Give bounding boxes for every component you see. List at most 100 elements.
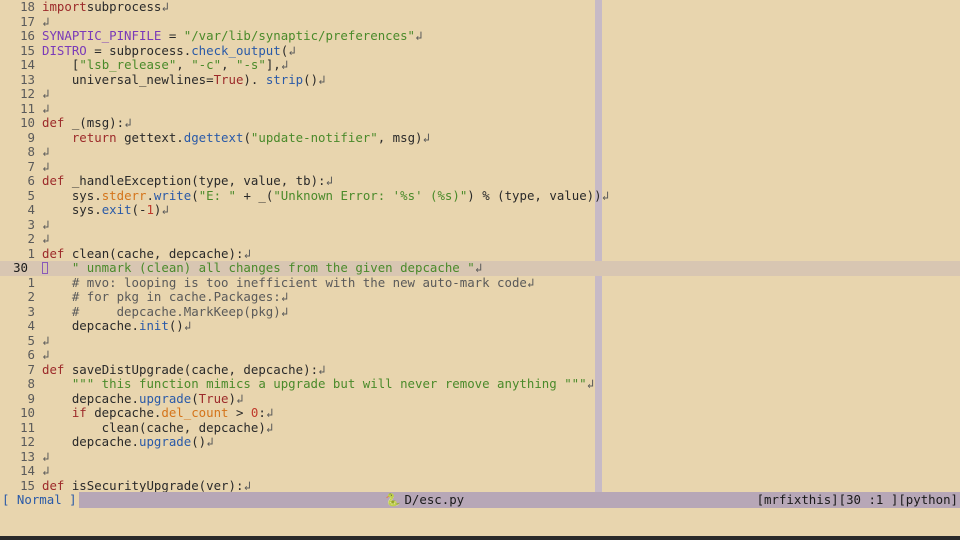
code-token: (- — [131, 202, 147, 217]
code-line[interactable]: 4 depcache.init()↲ — [0, 318, 960, 334]
line-code: return gettext.dgettext("update-notifier… — [42, 129, 430, 146]
editor-pane[interactable]: 18 importsubprocess↲ 17 ↲ 16 SYNAPTIC_PINFILE… — [0, 0, 960, 492]
code-line[interactable]: 2 # for pkg in cache.Packages:↲ — [0, 289, 960, 305]
code-line[interactable]: 2 ↲ — [0, 231, 960, 247]
code-token: " unmark (clean) all changes from the gi… — [71, 260, 475, 275]
code-line[interactable]: 8 """ this function mimics a upgrade but… — [0, 376, 960, 392]
code-line[interactable]: 10 if depcache.del_count > 0:↲ — [0, 405, 960, 421]
line-code: ↲ — [42, 231, 49, 247]
status-right: [mrfixthis][30 :1 ][python] — [757, 492, 958, 508]
line-code: ↲ — [42, 144, 49, 160]
code-token: 1 — [146, 202, 154, 217]
line-code: SYNAPTIC_PINFILE = "/var/lib/synaptic/pr… — [42, 28, 422, 44]
code-line[interactable]: 15 def isSecurityUpgrade(ver):↲ — [0, 477, 960, 492]
code-token: depcache. — [42, 318, 139, 333]
current-line[interactable]: 30 " unmark (clean) all changes from the… — [0, 260, 960, 276]
line-code: depcache.upgrade()↲ — [42, 434, 214, 450]
line-code: def saveDistUpgrade(cache, depcache):↲ — [42, 362, 326, 378]
newline-icon: ↲ — [280, 303, 289, 319]
command-line[interactable] — [0, 508, 960, 536]
code-line[interactable]: 7 def saveDistUpgrade(cache, depcache):↲ — [0, 362, 960, 378]
code-line[interactable]: 4 sys.exit(-1)↲ — [0, 202, 960, 218]
code-token: () — [303, 71, 319, 87]
code-line[interactable]: 15 DISTRO = subprocess.check_output(↲ — [0, 42, 960, 59]
line-number: 9 — [27, 129, 35, 145]
line-number: 12 — [20, 434, 35, 449]
code-token: subprocess — [86, 0, 162, 14]
newline-icon: ↲ — [161, 202, 169, 217]
code-token: True — [213, 71, 244, 87]
code-token: depcache. — [42, 434, 139, 449]
line-code: ↲ — [42, 333, 49, 349]
code-token: clean(cache, depcache) — [42, 419, 266, 435]
newline-icon: ↲ — [42, 158, 50, 174]
line-code: DISTRO = subprocess.check_output(↲ — [42, 42, 296, 59]
line-number: 2 — [27, 231, 35, 246]
code-line[interactable]: 18 importsubprocess↲ — [0, 0, 960, 15]
line-code: sys.exit(-1)↲ — [42, 202, 169, 218]
code-line[interactable]: 8 ↲ — [0, 144, 960, 160]
code-line[interactable]: 9 return gettext.dgettext("update-notifi… — [0, 129, 960, 146]
code-line[interactable]: 13 universal_newlines=True). strip()↲ — [0, 71, 960, 88]
code-line[interactable]: 17 ↲ — [0, 13, 960, 30]
newline-icon: ↲ — [42, 347, 50, 362]
code-line[interactable]: 1 def clean(cache, depcache):↲ — [0, 246, 960, 262]
line-number: 15 — [20, 477, 35, 492]
code-token: import — [42, 0, 87, 14]
code-token: def — [42, 477, 65, 492]
line-code: def _(msg):↲ — [42, 115, 132, 131]
line-code: ↲ — [42, 14, 49, 30]
code-line[interactable]: 9 depcache.upgrade(True)↲ — [0, 390, 960, 407]
code-token: > — [228, 405, 251, 420]
code-token: _(msg): — [64, 115, 125, 130]
line-code: ↲ — [42, 449, 49, 465]
code-token: ) — [228, 390, 236, 406]
code-line[interactable]: 1 # mvo: looping is too inefficient with… — [0, 275, 960, 291]
filetype: [python] — [898, 492, 958, 507]
code-token: "lsb_release" — [79, 57, 177, 72]
line-code: sys.stderr.write("E: " + _("Unknown Erro… — [42, 187, 609, 204]
code-token: upgrade — [138, 390, 192, 406]
code-line[interactable]: 13 ↲ — [0, 448, 960, 465]
line-number: 2 — [27, 289, 35, 304]
code-line[interactable]: 3 # depcache.MarkKeep(pkg)↲ — [0, 303, 960, 320]
code-line[interactable]: 3 ↲ — [0, 217, 960, 233]
line-code: ↲ — [42, 101, 49, 117]
code-token: = subprocess. — [86, 42, 192, 58]
code-token: if — [71, 405, 87, 420]
line-code: importsubprocess↲ — [42, 0, 169, 15]
line-number: 5 — [27, 332, 35, 348]
code-line[interactable]: 14 ↲ — [0, 463, 960, 479]
code-line[interactable]: 16 SYNAPTIC_PINFILE = "/var/lib/synaptic/… — [0, 28, 960, 44]
newline-icon: ↲ — [235, 390, 244, 406]
line-number: 13 — [20, 448, 35, 464]
newline-icon: ↲ — [280, 289, 289, 304]
code-token: ], — [265, 57, 281, 72]
code-line[interactable]: 14 ["lsb_release", "-c", "-s"],↲ — [0, 57, 960, 73]
newline-icon: ↲ — [243, 477, 251, 492]
code-token: ( — [191, 390, 199, 406]
code-token: init — [138, 318, 169, 333]
code-token: ( — [243, 129, 251, 145]
line-number: 6 — [27, 347, 35, 362]
code-token: write — [153, 187, 192, 203]
code-line[interactable]: 6 def _handleException(type, value, tb):↲ — [0, 173, 960, 189]
line-number: 18 — [20, 0, 35, 14]
code-line[interactable]: 5 ↲ — [0, 332, 960, 349]
code-line[interactable]: 11 ↲ — [0, 101, 960, 117]
code-line[interactable]: 10 def _(msg):↲ — [0, 115, 960, 131]
code-line[interactable]: 7 ↲ — [0, 158, 960, 175]
code-line[interactable]: 6 ↲ — [0, 347, 960, 363]
mode-indicator: [ Normal ] — [0, 492, 79, 508]
code-line[interactable]: 12 ↲ — [0, 86, 960, 102]
code-token: _handleException(type, value, tb): — [64, 173, 326, 188]
code-token: universal_newlines= — [42, 71, 214, 87]
newline-icon: ↲ — [325, 173, 333, 188]
line-number: 17 — [20, 13, 35, 29]
line-code: ↲ — [42, 347, 50, 363]
code-line[interactable]: 12 depcache.upgrade()↲ — [0, 434, 960, 450]
code-line[interactable]: 5 sys.stderr.write("E: " + _("Unknown Er… — [0, 187, 960, 204]
code-line[interactable]: 11 clean(cache, depcache)↲ — [0, 419, 960, 436]
